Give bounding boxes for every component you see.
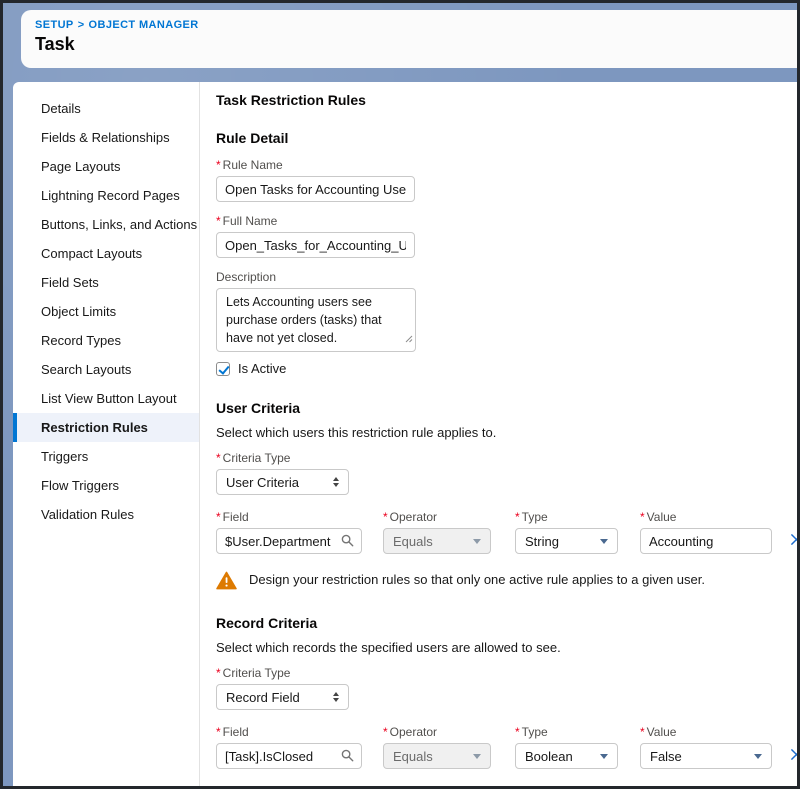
required-asterisk: * bbox=[216, 158, 221, 172]
search-icon[interactable] bbox=[341, 534, 354, 550]
sidebar-item-buttons-links-actions[interactable]: Buttons, Links, and Actions bbox=[13, 210, 199, 239]
required-asterisk: * bbox=[216, 451, 221, 465]
sidebar-item-object-limits[interactable]: Object Limits bbox=[13, 297, 199, 326]
remove-user-criteria-row-button[interactable] bbox=[788, 531, 797, 548]
user-type-label: *Type bbox=[515, 510, 618, 524]
user-criteria-heading: User Criteria bbox=[216, 400, 797, 416]
chevron-down-icon bbox=[754, 754, 762, 759]
description-textarea[interactable]: Lets Accounting users see purchase order… bbox=[216, 288, 416, 352]
sidebar-item-restriction-rules[interactable]: Restriction Rules bbox=[13, 413, 199, 442]
sidebar-item-fields-relationships[interactable]: Fields & Relationships bbox=[13, 123, 199, 152]
breadcrumb-object-manager-link[interactable]: OBJECT MANAGER bbox=[89, 19, 199, 31]
sidebar-item-details[interactable]: Details bbox=[13, 94, 199, 123]
breadcrumb: SETUP > OBJECT MANAGER bbox=[35, 19, 797, 31]
sidebar-item-lightning-record-pages[interactable]: Lightning Record Pages bbox=[13, 181, 199, 210]
record-type-label: *Type bbox=[515, 725, 618, 739]
page-title: Task bbox=[35, 34, 797, 55]
record-operator-select: Equals bbox=[383, 743, 491, 769]
sidebar-item-search-layouts[interactable]: Search Layouts bbox=[13, 355, 199, 384]
record-criteria-intro: Select which records the specified users… bbox=[216, 640, 797, 655]
setup-window: SETUP > OBJECT MANAGER Task Details Fields… bbox=[0, 0, 800, 789]
required-asterisk: * bbox=[216, 214, 221, 228]
search-icon[interactable] bbox=[341, 749, 354, 765]
record-value-select[interactable]: False bbox=[640, 743, 772, 769]
warning-icon bbox=[216, 571, 237, 593]
rule-detail-heading: Rule Detail bbox=[216, 130, 797, 146]
sidebar-item-compact-layouts[interactable]: Compact Layouts bbox=[13, 239, 199, 268]
record-field-label: *Field bbox=[216, 725, 362, 739]
sidebar-item-flow-triggers[interactable]: Flow Triggers bbox=[13, 471, 199, 500]
user-criteria-row: *Field *Operator Equals bbox=[216, 510, 797, 554]
breadcrumb-separator: > bbox=[78, 19, 85, 31]
record-criteria-heading: Record Criteria bbox=[216, 615, 797, 631]
record-operator-label: *Operator bbox=[383, 725, 491, 739]
chevron-down-icon bbox=[600, 539, 608, 544]
rule-name-label: *Rule Name bbox=[216, 158, 797, 172]
chevron-down-icon bbox=[473, 539, 481, 544]
user-type-select[interactable]: String bbox=[515, 528, 618, 554]
breadcrumb-setup-link[interactable]: SETUP bbox=[35, 19, 74, 31]
resize-handle-icon[interactable] bbox=[405, 331, 413, 349]
sidebar-item-field-sets[interactable]: Field Sets bbox=[13, 268, 199, 297]
record-criteria-type-select[interactable]: Record Field bbox=[216, 684, 349, 710]
warning-banner: Design your restriction rules so that on… bbox=[216, 570, 797, 593]
restriction-rules-content: Task Restriction Rules Rule Detail *Rule… bbox=[200, 82, 797, 786]
record-type-select[interactable]: Boolean bbox=[515, 743, 618, 769]
full-name-input[interactable] bbox=[216, 232, 415, 258]
sidebar-item-page-layouts[interactable]: Page Layouts bbox=[13, 152, 199, 181]
sidebar-item-validation-rules[interactable]: Validation Rules bbox=[13, 500, 199, 529]
sidebar-item-record-types[interactable]: Record Types bbox=[13, 326, 199, 355]
stepper-icon bbox=[333, 692, 339, 702]
page-header: SETUP > OBJECT MANAGER Task bbox=[21, 10, 797, 68]
user-operator-select: Equals bbox=[383, 528, 491, 554]
record-criteria-row: *Field *Operator Equals bbox=[216, 725, 797, 769]
description-label: Description bbox=[216, 270, 797, 284]
object-manager-card: Details Fields & Relationships Page Layo… bbox=[13, 82, 797, 786]
user-criteria-type-label: *Criteria Type bbox=[216, 451, 797, 465]
object-sidebar: Details Fields & Relationships Page Layo… bbox=[13, 82, 200, 786]
sidebar-item-triggers[interactable]: Triggers bbox=[13, 442, 199, 471]
is-active-label: Is Active bbox=[238, 361, 286, 376]
rule-name-input[interactable] bbox=[216, 176, 415, 202]
remove-record-criteria-row-button[interactable] bbox=[788, 746, 797, 763]
user-criteria-type-select[interactable]: User Criteria bbox=[216, 469, 349, 495]
user-field-label: *Field bbox=[216, 510, 362, 524]
record-criteria-type-label: *Criteria Type bbox=[216, 666, 797, 680]
stepper-icon bbox=[333, 477, 339, 487]
warning-text: Design your restriction rules so that on… bbox=[249, 570, 705, 587]
user-operator-label: *Operator bbox=[383, 510, 491, 524]
is-active-checkbox[interactable] bbox=[216, 362, 230, 376]
full-name-label: *Full Name bbox=[216, 214, 797, 228]
content-title: Task Restriction Rules bbox=[216, 92, 797, 108]
is-active-row: Is Active bbox=[216, 361, 797, 376]
chevron-down-icon bbox=[473, 754, 481, 759]
sidebar-item-list-view-button-layout[interactable]: List View Button Layout bbox=[13, 384, 199, 413]
user-value-label: *Value bbox=[640, 510, 772, 524]
user-value-input[interactable] bbox=[640, 528, 772, 554]
record-value-label: *Value bbox=[640, 725, 772, 739]
user-criteria-intro: Select which users this restriction rule… bbox=[216, 425, 797, 440]
chevron-down-icon bbox=[600, 754, 608, 759]
